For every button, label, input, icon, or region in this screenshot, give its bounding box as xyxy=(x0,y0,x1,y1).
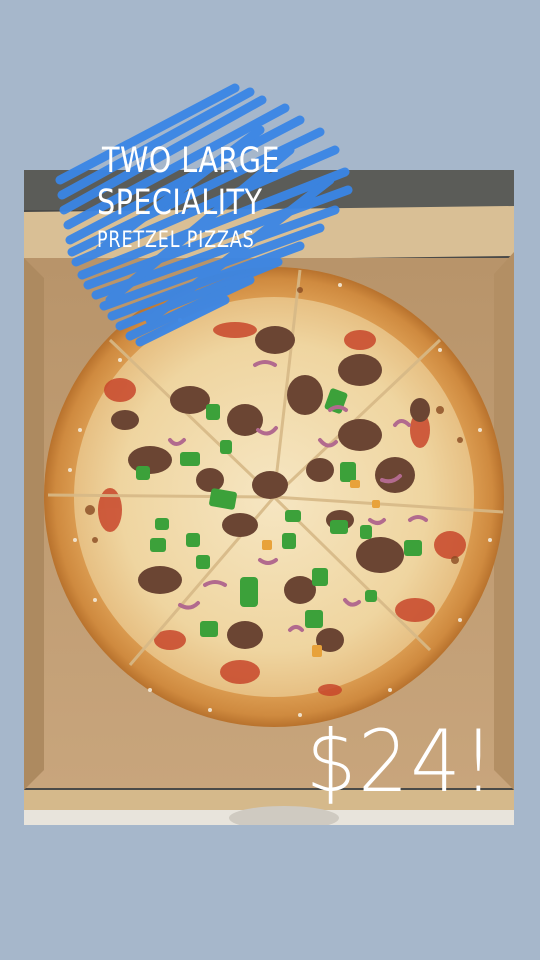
headline-line-2: SPECIALITY xyxy=(97,183,263,223)
price-tag: $24! xyxy=(306,712,497,812)
headline-line-3: PRETZEL PIZZAS xyxy=(97,228,255,253)
story-canvas: TWO LARGE SPECIALITY PRETZEL PIZZAS $24! xyxy=(0,0,540,960)
headline: TWO LARGE SPECIALITY PRETZEL PIZZAS xyxy=(88,140,308,258)
headline-line-1: TWO LARGE xyxy=(102,141,280,181)
